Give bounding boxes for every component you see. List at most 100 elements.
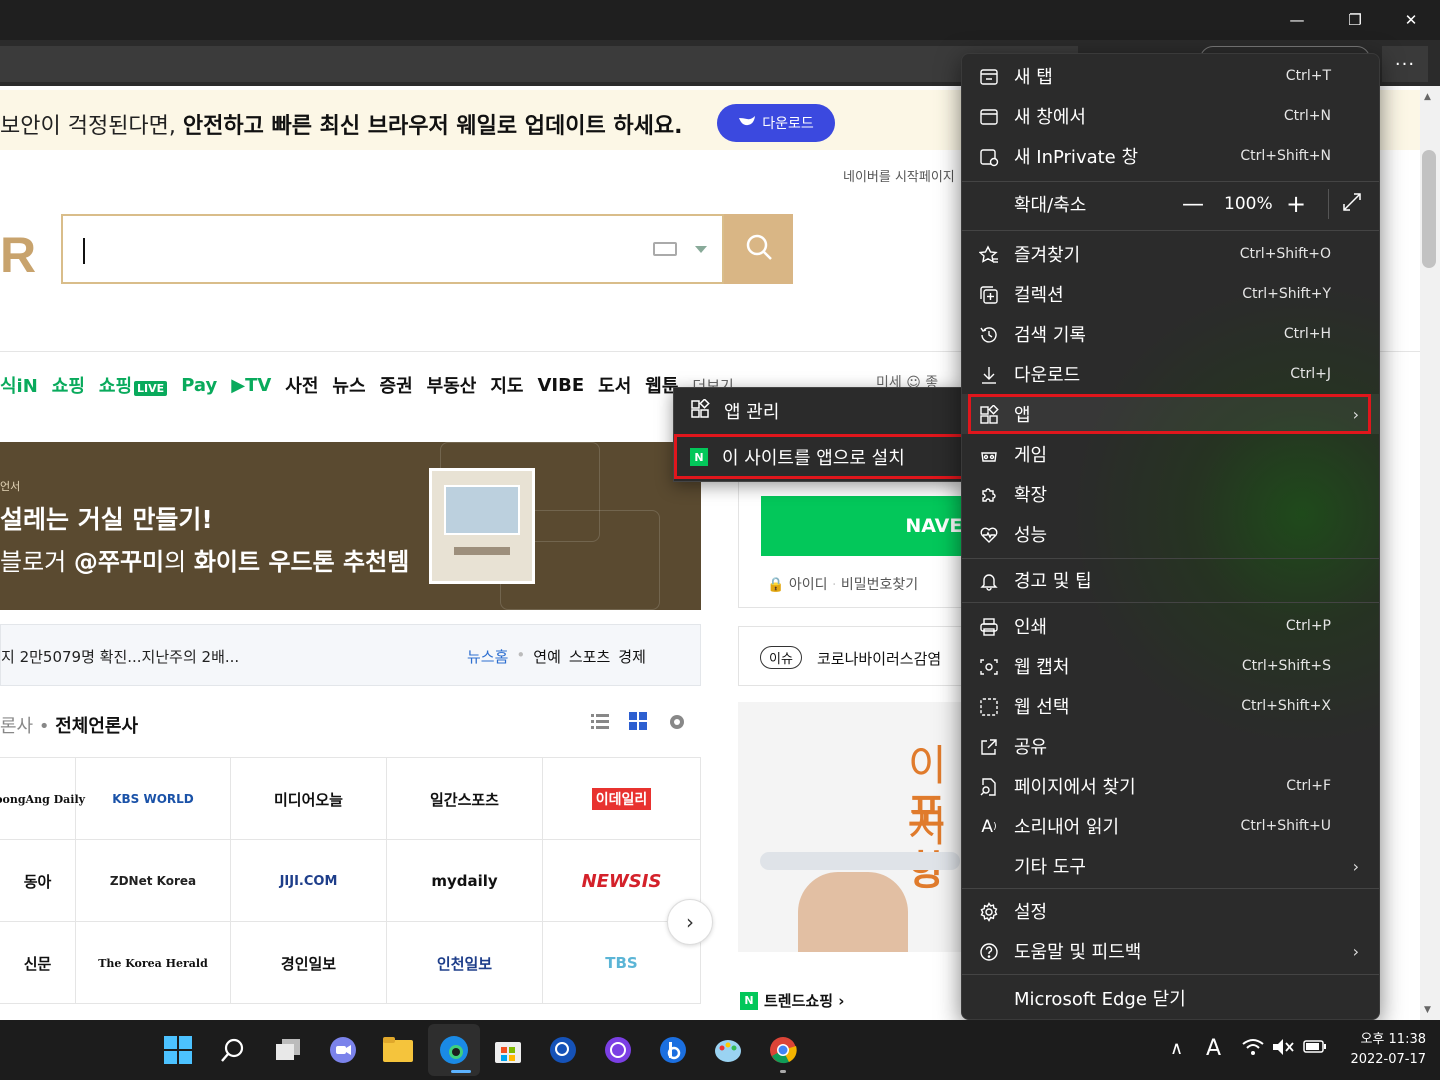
find-password-link[interactable]: 비밀번호찾기 (841, 577, 918, 593)
find-id-link[interactable]: 아이디 (789, 577, 828, 593)
wifi-icon[interactable] (1242, 1038, 1264, 1061)
app-icon-purple[interactable] (600, 1032, 636, 1068)
menu-new-tab[interactable]: 새 탭 Ctrl+T (962, 56, 1379, 96)
press-logo[interactable]: 미디어오늘 (231, 758, 387, 840)
manage-apps-item[interactable]: 앱 관리 (674, 390, 962, 432)
gear-icon[interactable] (667, 712, 685, 730)
search-button[interactable] (724, 214, 793, 284)
press-logo[interactable]: The Korea Herald (76, 922, 231, 1004)
naver-logo[interactable]: R (0, 226, 36, 284)
tray-chevron-icon[interactable]: ∧ (1170, 1038, 1183, 1059)
news-home-link[interactable]: 뉴스홈 (467, 646, 508, 667)
paint-icon[interactable] (710, 1032, 746, 1068)
nav-tv[interactable]: ▶TV (231, 375, 271, 396)
menu-web-capture[interactable]: 웹 캡처 Ctrl+Shift+S (962, 646, 1379, 686)
scroll-down-icon[interactable]: ▼ (1424, 1005, 1431, 1015)
press-logo[interactable]: JoongAng Daily (0, 758, 85, 840)
menu-history[interactable]: 검색 기록 Ctrl+H (962, 314, 1379, 354)
press-logo[interactable]: mydaily (387, 840, 543, 922)
press-logo[interactable]: 신문 (0, 922, 76, 1004)
scroll-up-icon[interactable]: ▲ (1424, 92, 1431, 102)
naver-login-button[interactable]: NAVER (761, 496, 981, 556)
nav-vibe[interactable]: VIBE (537, 375, 584, 396)
volume-muted-icon[interactable] (1272, 1038, 1294, 1061)
side-ad[interactable]: 이지 포항 (738, 702, 978, 952)
zoom-in-button[interactable]: + (1286, 190, 1306, 218)
edge-icon[interactable] (436, 1032, 472, 1068)
menu-games[interactable]: 게임 (962, 434, 1379, 474)
press-logo[interactable]: JIJI.COM (231, 840, 387, 922)
press-all-tab[interactable]: 전체언론사 (55, 716, 138, 737)
menu-collections[interactable]: 컬렉션 Ctrl+Shift+Y (962, 274, 1379, 314)
nav-kin[interactable]: 식iN (0, 372, 38, 398)
press-next-button[interactable]: › (667, 899, 713, 945)
menu-help-feedback[interactable]: 도움말 및 피드백 › (962, 931, 1379, 971)
news-entertainment-link[interactable]: 연예 (533, 646, 561, 667)
news-economy-link[interactable]: 경제 (618, 646, 646, 667)
nav-shopping-live[interactable]: 쇼핑 LIVE (99, 372, 168, 398)
press-logo[interactable]: KBS WORLD (76, 758, 231, 840)
news-headline[interactable]: 지 2만5079명 확진...지난주의 2배... (1, 646, 239, 667)
menu-extensions[interactable]: 확장 (962, 474, 1379, 514)
menu-downloads[interactable]: 다운로드 Ctrl+J (962, 354, 1379, 394)
menu-settings[interactable]: 설정 (962, 891, 1379, 931)
nav-realestate[interactable]: 부동산 (427, 372, 477, 398)
issue-link[interactable]: 코로나바이러스감염 (817, 648, 941, 669)
list-view-icon[interactable] (591, 712, 609, 730)
chat-icon[interactable] (325, 1032, 361, 1068)
search-icon[interactable] (215, 1032, 251, 1068)
download-button[interactable]: 다운로드 (717, 104, 835, 142)
system-clock[interactable]: 오후 11:38 2022-07-17 (1336, 1030, 1426, 1070)
menu-read-aloud[interactable]: A) 소리내어 읽기 Ctrl+Shift+U (962, 806, 1379, 846)
dropdown-arrow-icon[interactable] (695, 246, 707, 253)
set-startpage-link[interactable]: 네이버를 시작페이지 (843, 166, 955, 185)
keyboard-icon[interactable] (653, 242, 677, 256)
news-sports-link[interactable]: 스포츠 (569, 646, 610, 667)
app-icon-magnifier[interactable] (545, 1032, 581, 1068)
ad-banner[interactable]: 언서 설레는 거실 만들기! 블로거 @쭈꾸미의 화이트 우드톤 추천템 (0, 442, 701, 610)
press-logo[interactable]: 일간스포츠 (387, 758, 543, 840)
trend-shopping-link[interactable]: N 트렌드쇼핑 › (740, 990, 844, 1011)
nav-books[interactable]: 도서 (598, 372, 631, 398)
press-logo[interactable]: 이데일리 (543, 758, 701, 840)
ime-indicator[interactable]: A (1206, 1036, 1221, 1061)
menu-print[interactable]: 인쇄 Ctrl+P (962, 606, 1379, 646)
store-icon[interactable] (490, 1032, 526, 1068)
menu-close-edge[interactable]: Microsoft Edge 닫기 (962, 978, 1379, 1018)
press-logo[interactable]: 인천일보 (387, 922, 543, 1004)
address-bar[interactable] (0, 46, 1078, 82)
menu-alerts-tips[interactable]: 경고 및 팁 (962, 560, 1379, 600)
nav-map[interactable]: 지도 (490, 372, 523, 398)
nav-dictionary[interactable]: 사전 (285, 372, 318, 398)
start-icon[interactable] (160, 1032, 196, 1068)
press-subscribed-tab[interactable]: 론사 (0, 716, 33, 737)
settings-and-more-button[interactable]: ··· (1382, 46, 1428, 82)
menu-share[interactable]: 공유 (962, 726, 1379, 766)
menu-web-select[interactable]: 웹 선택 Ctrl+Shift+X (962, 686, 1379, 726)
scrollbar-thumb[interactable] (1422, 150, 1436, 268)
nav-stock[interactable]: 증권 (380, 372, 413, 398)
search-input[interactable] (61, 214, 724, 284)
press-logo[interactable]: 경인일보 (231, 922, 387, 1004)
bing-icon[interactable] (655, 1032, 691, 1068)
press-logo[interactable]: 동아 (0, 840, 76, 922)
menu-favorites[interactable]: 즐겨찾기 Ctrl+Shift+O (962, 234, 1379, 274)
chrome-icon[interactable] (765, 1032, 801, 1068)
menu-new-inprivate[interactable]: 새 InPrivate 창 Ctrl+Shift+N (962, 136, 1379, 176)
minimize-button[interactable]: — (1268, 0, 1326, 40)
maximize-button[interactable]: ❐ (1326, 0, 1384, 40)
zoom-out-button[interactable]: — (1182, 192, 1204, 217)
grid-view-icon[interactable] (629, 712, 647, 730)
nav-shopping[interactable]: 쇼핑 (52, 372, 85, 398)
file-explorer-icon[interactable] (380, 1032, 416, 1068)
nav-news[interactable]: 뉴스 (332, 372, 365, 398)
fullscreen-icon[interactable] (1342, 192, 1362, 216)
close-window-button[interactable]: ✕ (1382, 0, 1440, 40)
menu-new-window[interactable]: 새 창에서 Ctrl+N (962, 96, 1379, 136)
press-logo[interactable]: ZDNet Korea (76, 840, 231, 922)
nav-pay[interactable]: Pay (181, 375, 217, 396)
menu-find-on-page[interactable]: 페이지에서 찾기 Ctrl+F (962, 766, 1379, 806)
menu-performance[interactable]: 성능 (962, 514, 1379, 554)
menu-more-tools[interactable]: 기타 도구 › (962, 846, 1379, 886)
battery-icon[interactable] (1303, 1038, 1327, 1059)
